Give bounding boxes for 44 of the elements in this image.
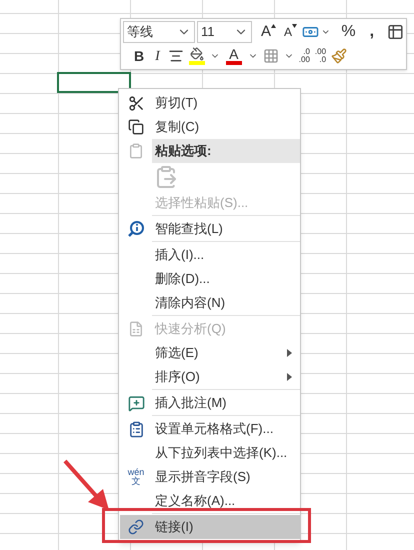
scissors-icon xyxy=(128,94,144,112)
borders-icon[interactable] xyxy=(262,48,279,64)
copy-icon xyxy=(128,119,144,135)
font-color-button[interactable]: A xyxy=(224,47,243,65)
format-painter-icon[interactable] xyxy=(331,48,348,64)
clipboard-icon xyxy=(128,143,144,159)
menu-item[interactable]: 剪切(T) xyxy=(120,91,300,115)
menu-item[interactable]: 排序(O) xyxy=(120,365,300,389)
down-triangle-icon xyxy=(292,24,298,28)
menu-item[interactable]: 删除(D)... xyxy=(120,267,300,291)
menu-item[interactable]: 链接(I) xyxy=(120,515,300,539)
italic-button[interactable]: I xyxy=(152,45,163,67)
search-icon xyxy=(127,220,145,238)
section-header: 粘贴选项: xyxy=(152,139,300,163)
menu-item[interactable]: 从下拉列表中选择(K)... xyxy=(120,441,300,465)
menu-item[interactable]: wén 文 显示拼音字段(S) xyxy=(120,465,300,489)
menu-item[interactable]: 插入批注(M) xyxy=(120,391,300,415)
up-triangle-icon xyxy=(271,24,276,28)
menu-item[interactable]: 清除内容(N) xyxy=(120,291,300,315)
list-icon xyxy=(128,420,144,438)
menu-item[interactable]: 定义名称(A)... xyxy=(120,489,300,513)
grow-font-button[interactable]: A xyxy=(258,21,280,43)
submenu-arrow-icon xyxy=(287,349,292,357)
link-icon xyxy=(128,519,144,535)
align-center-icon[interactable] xyxy=(168,48,184,64)
decrease-decimal-button[interactable]: .00 .0 xyxy=(314,48,326,64)
menu-item[interactable]: 智能查找(L) xyxy=(120,217,300,241)
menu-item[interactable]: 复制(C) xyxy=(120,115,300,139)
menu-item[interactable]: 设置单元格格式(F)... xyxy=(120,417,300,441)
percent-button[interactable]: % xyxy=(338,21,359,43)
comma-button[interactable]: , xyxy=(366,21,378,43)
shrink-font-button[interactable]: A xyxy=(281,21,300,43)
font-name-field[interactable]: 等线 xyxy=(123,21,195,43)
font-size-field[interactable]: 11 xyxy=(196,21,252,43)
spreadsheet-icon xyxy=(128,321,144,337)
fill-color-button[interactable] xyxy=(188,47,205,65)
pinyin-icon: wén 文 xyxy=(128,468,144,486)
bold-button[interactable]: B xyxy=(131,45,148,67)
merge-icon[interactable] xyxy=(387,23,404,41)
increase-decimal-button[interactable]: .0 .00 xyxy=(298,48,310,64)
submenu-arrow-icon xyxy=(287,373,292,381)
menu-item[interactable]: 插入(I)... xyxy=(120,243,300,267)
menu-item[interactable]: 筛选(E) xyxy=(120,341,300,365)
comment-icon xyxy=(128,394,144,412)
